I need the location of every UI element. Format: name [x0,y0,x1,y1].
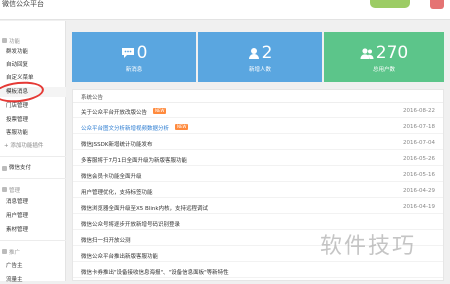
announcement-row[interactable]: 关于公众平台开放改版公告 NEW 2016-08-22 [73,104,443,118]
announcement-title[interactable]: 用户管理优化，支持标签功能 [81,188,153,196]
promotion-section-icon [2,249,7,254]
announcement-title[interactable]: 微信扫一扫开放公测 [81,236,131,244]
announcement-row[interactable]: 微信浏览器全面升级至X5 Blink内核，支持远程调试 2016-04-19 [73,200,443,214]
announcement-date: 2016-08-22 [403,108,435,114]
new-messages-label: 新消息 [125,67,143,73]
sidebar-item-customer-service[interactable]: 客服功能 [6,129,28,137]
sidebar-item-vote-manager[interactable]: 投票管理 [6,116,28,124]
announcements-header: 系统公告 [73,90,443,103]
avatar[interactable] [430,0,444,9]
manage-section-icon [2,187,7,192]
new-followers-count: 2 [261,43,273,63]
sidebar-section-title: 推广 [9,250,21,256]
sidebar-item-mass-send[interactable]: 群发功能 [6,48,28,56]
new-followers-label: 新增人数 [248,67,271,73]
highlight-circle-annotation [0,79,45,105]
announcement-title[interactable]: 关于公众平台开放改版公告 [81,108,147,116]
announcement-row[interactable]: 用户管理优化，支持标签功能 2016-04-29 [73,184,443,198]
total-users-label: 总用户数 [372,67,395,73]
sidebar-divider [0,240,66,241]
brand-title: 微信公众平台 [2,0,44,8]
sidebar-section-title: 管理 [9,188,21,194]
announcement-date: 2016-05-16 [403,172,435,178]
sidebar-item-auto-reply[interactable]: 自动回复 [6,61,28,69]
sidebar-divider [0,156,66,157]
announcement-date: 2016-04-19 [403,204,435,210]
sidebar-item-advertiser[interactable]: 广告主 [6,262,23,270]
message-icon [121,48,134,58]
announcement-title[interactable]: 微信会员卡功能全面升级 [81,172,142,180]
account-status-badge[interactable] [370,0,410,8]
announcement-row[interactable]: 微信JSSDK新增统计功能发布 2016-07-04 [73,136,443,150]
announcement-row[interactable]: 微信会员卡功能全面升级 2016-05-16 [73,168,443,182]
announcement-date: 2016-07-04 [403,140,435,146]
function-section-icon [2,38,7,43]
new-badge: NEW [175,124,189,130]
announcement-title[interactable]: 微信JSSDK新增统计功能发布 [81,140,152,148]
announcement-title[interactable]: 微信浏览器全面升级至X5 Blink内核，支持远程调试 [81,204,208,212]
sidebar-item-wechat-pay[interactable]: 微信支付 [9,164,31,172]
sidebar-divider [0,178,66,179]
announcement-date: 2016-04-29 [403,188,435,194]
sidebar-section-title: 功能 [9,39,21,45]
announcement-row[interactable]: 微信卡券推出"设备接收信息海报"、"设备信息面板"等新特性 [73,264,443,278]
total-users-count: 270 [375,43,409,63]
announcement-date: 2016-05-26 [403,156,435,162]
announcement-row[interactable]: 多客服将于7月1日全面升级为新版客服功能 2016-05-26 [73,152,443,166]
sidebar-item-store-manager[interactable]: 门店管理 [6,102,28,110]
sidebar-item-message-manager[interactable]: 消息管理 [6,198,28,206]
add-plugin-button[interactable]: + 添加功能插件 [4,142,43,150]
announcement-title[interactable]: 公众平台图文分析新增视频数据分析 [81,124,169,132]
watermark: 软件技巧 [320,234,417,259]
announcement-title[interactable]: 微信卡券推出"设备接收信息海报"、"设备信息面板"等新特性 [81,268,229,276]
announcement-row[interactable]: 公众平台图文分析新增视频数据分析 NEW 2016-07-18 [73,120,443,134]
sidebar: 功能 群发功能 自动回复 自定义菜单 模板消息 门店管理 投票管理 客服功能 +… [0,21,66,284]
sidebar-item-publisher[interactable]: 流量主 [6,276,23,284]
new-followers-card[interactable]: 2 新增人数 [198,32,322,82]
sidebar-item-user-manager[interactable]: 用户管理 [6,212,28,220]
user-icon [248,48,259,59]
sidebar-item-material-manager[interactable]: 素材管理 [6,226,28,234]
new-badge: NEW [153,108,167,114]
announcements-title: 系统公告 [81,95,104,101]
announcement-title[interactable]: 多客服将于7月1日全面升级为新版客服功能 [81,156,187,164]
wechat-pay-icon [2,166,7,171]
announcement-title[interactable]: 微信公众号将逐步开放新增号码识别登录 [81,220,180,228]
announcement-title[interactable]: 微信公众平台推出新版客服功能 [81,252,158,260]
total-users-card[interactable]: 270 总用户数 [324,32,444,82]
top-bar: 微信公众平台 [0,0,450,20]
new-messages-card[interactable]: 0 新消息 [72,32,196,82]
new-messages-count: 0 [136,43,148,63]
users-icon [360,48,374,59]
announcement-date: 2016-07-18 [403,124,435,130]
